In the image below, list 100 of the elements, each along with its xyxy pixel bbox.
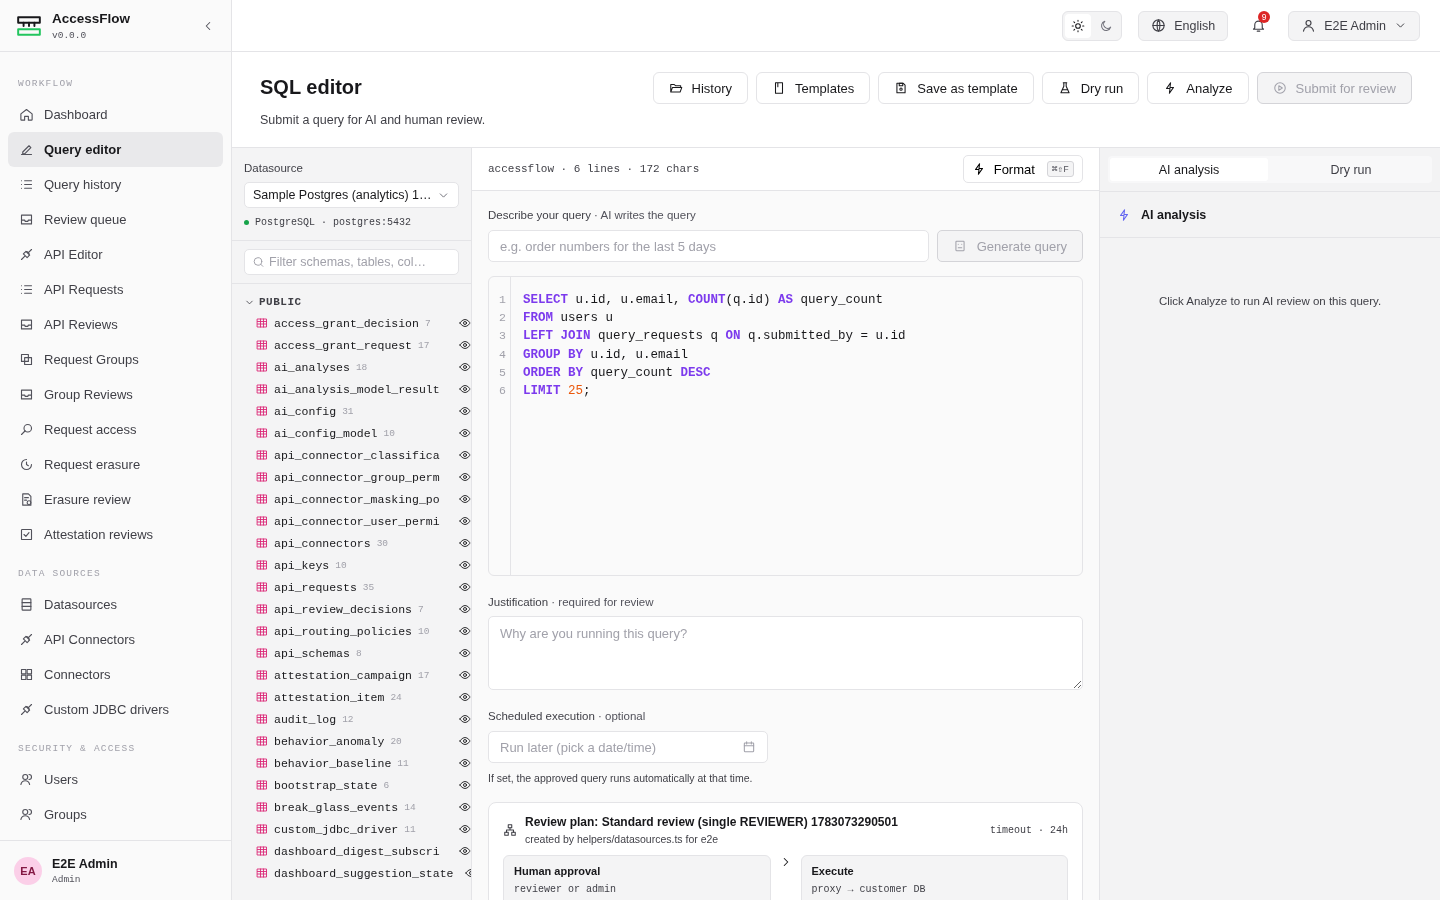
panel-tab[interactable]: Dry run — [1272, 158, 1430, 181]
toolbar-button[interactable]: Dry run — [1041, 72, 1140, 104]
filter-field[interactable]: Filter schemas, tables, col… — [244, 249, 459, 275]
prompt-field[interactable]: e.g. order numbers for the last 5 days — [488, 230, 929, 262]
eye-icon — [459, 757, 471, 769]
eye-icon — [459, 779, 471, 791]
sidebar-item[interactable]: Datasources — [8, 587, 223, 622]
sidebar-item[interactable]: API Connectors — [8, 622, 223, 657]
house-icon — [19, 107, 34, 122]
sidebar-item[interactable]: Connectors — [8, 657, 223, 692]
table-item[interactable]: api_connector_group_perm — [232, 466, 471, 488]
table-icon — [256, 801, 268, 813]
table-item[interactable]: bootstrap_state 6 — [232, 774, 471, 796]
step-title: Human approval — [514, 865, 602, 877]
table-item[interactable]: behavior_baseline 11 — [232, 752, 471, 774]
code-line: SELECT u.id, u.email, COUNT(q.id) AS query_count — [523, 292, 885, 309]
table-item[interactable]: attestation_campaign 17 — [232, 664, 471, 686]
sidebar-item[interactable]: Erasure review — [8, 482, 223, 517]
toolbar-button[interactable]: Save as template — [878, 72, 1034, 104]
table-item[interactable]: api_requests 35 — [232, 576, 471, 598]
sidebar-item[interactable]: Custom JDBC drivers — [8, 692, 223, 727]
code-line: GROUP BY u.id, u.email — [523, 346, 690, 364]
eye-icon — [459, 625, 471, 637]
light-theme-button[interactable] — [1065, 13, 1092, 38]
table-item[interactable]: ai_config 31 — [232, 400, 471, 422]
table-item[interactable]: dashboard_suggestion_state — [232, 862, 471, 884]
save-icon — [894, 81, 909, 95]
sidebar-item[interactable]: Dashboard — [8, 97, 223, 132]
search-icon — [252, 255, 265, 269]
eye-icon — [459, 405, 471, 417]
users-icon — [19, 772, 34, 787]
table-item[interactable]: custom_jdbc_driver 11 — [232, 818, 471, 840]
table-icon — [256, 383, 268, 395]
connection-info: PostgreSQL · postgres:5432 — [255, 217, 412, 228]
table-item[interactable]: ai_analysis_model_result — [232, 378, 471, 400]
section-title: SECURITY & ACCESS — [17, 742, 137, 756]
eye-icon — [459, 493, 471, 505]
table-icon — [256, 625, 268, 637]
table-icon — [256, 471, 268, 483]
plug-icon — [19, 702, 34, 717]
toolbar-button[interactable]: History — [652, 72, 748, 104]
line-number: 5 — [498, 364, 507, 381]
sidebar-item[interactable]: Review queue — [8, 202, 223, 237]
sidebar-item[interactable]: Groups — [8, 797, 223, 832]
sidebar-item[interactable]: Query history — [8, 167, 223, 202]
inbox-icon — [19, 212, 34, 227]
sidebar-item[interactable]: API Editor — [8, 237, 223, 272]
sidebar-item[interactable]: Request erasure — [8, 447, 223, 482]
sidebar-item[interactable]: API Reviews — [8, 307, 223, 342]
table-item[interactable]: ai_analyses 18 — [232, 356, 471, 378]
notifications-button[interactable]: 9 — [1244, 10, 1273, 41]
line-number: 6 — [498, 382, 507, 399]
page-subtitle: Submit a query for AI and human review. — [260, 113, 486, 127]
bot-icon — [952, 239, 967, 253]
table-item[interactable]: api_connector_classifica — [232, 444, 471, 466]
account-menu[interactable]: E2E Admin — [1288, 10, 1420, 41]
table-item[interactable]: api_connector_user_permi — [232, 510, 471, 532]
datasource-select[interactable]: Sample Postgres (analytics) 1… — [244, 182, 459, 208]
review-plan-title: Review plan: Standard review (single REVIEWER) 1783073290501 — [525, 815, 899, 829]
table-icon — [256, 779, 268, 791]
code-editor[interactable]: 1 2 3 4 5 6 SELECT u.id, u.email, COUNT(q.id) AS query_count FROM users u LEFT JOIN query_requests q ON q.submitted_by = u.id GROUP BY u.id, u.email ORDER BY query_count DESC LIMIT 25; — [488, 276, 1083, 576]
table-icon — [256, 339, 268, 351]
sidebar-item[interactable]: Attestation reviews — [8, 517, 223, 552]
table-icon — [256, 449, 268, 461]
schema-toggle[interactable]: PUBLIC — [232, 284, 471, 312]
table-item[interactable]: audit_log 12 — [232, 708, 471, 730]
table-item[interactable]: behavior_anomaly 20 — [232, 730, 471, 752]
sidebar-item[interactable]: Request access — [8, 412, 223, 447]
panel-heading: AI analysis — [1141, 207, 1207, 222]
panel-tab[interactable]: AI analysis — [1110, 158, 1268, 181]
table-item[interactable]: attestation_item 24 — [232, 686, 471, 708]
language-button[interactable]: English — [1138, 10, 1229, 41]
flask-icon — [1057, 81, 1072, 95]
table-icon — [256, 823, 268, 835]
table-icon — [256, 669, 268, 681]
toolbar-button[interactable]: Analyze — [1147, 72, 1249, 104]
sidebar-item[interactable]: Group Reviews — [8, 377, 223, 412]
table-item[interactable]: api_connector_masking_po — [232, 488, 471, 510]
table-item[interactable]: api_keys 10 — [232, 554, 471, 576]
table-item[interactable]: api_schemas 8 — [232, 642, 471, 664]
justification-field[interactable]: Why are you running this query? — [488, 616, 1083, 690]
sidebar-item[interactable]: Query editor — [8, 132, 223, 167]
table-item[interactable]: dashboard_digest_subscri — [232, 840, 471, 862]
schedule-field[interactable]: Run later (pick a date/time) — [488, 731, 768, 763]
sidebar-item[interactable]: Request Groups — [8, 342, 223, 377]
prompt-label: Describe your query · AI writes the query — [488, 209, 697, 221]
sidebar-item[interactable]: API Requests — [8, 272, 223, 307]
eye-icon — [459, 471, 471, 483]
format-button[interactable]: Format ⌘⇧F — [962, 155, 1083, 183]
table-item[interactable]: break_glass_events 14 — [232, 796, 471, 818]
table-item[interactable]: api_routing_policies 10 — [232, 620, 471, 642]
page-title: SQL editor — [260, 76, 363, 99]
table-item[interactable]: api_review_decisions 7 — [232, 598, 471, 620]
table-item[interactable]: api_connectors 30 — [232, 532, 471, 554]
toolbar-button[interactable]: Templates — [756, 72, 871, 104]
table-item[interactable]: ai_config_model 10 — [232, 422, 471, 444]
table-item[interactable]: access_grant_request 17 — [232, 334, 471, 356]
table-item[interactable]: access_grant_decision 7 — [232, 312, 471, 334]
sidebar-item[interactable]: Users — [8, 762, 223, 797]
pencil-icon — [19, 142, 34, 157]
